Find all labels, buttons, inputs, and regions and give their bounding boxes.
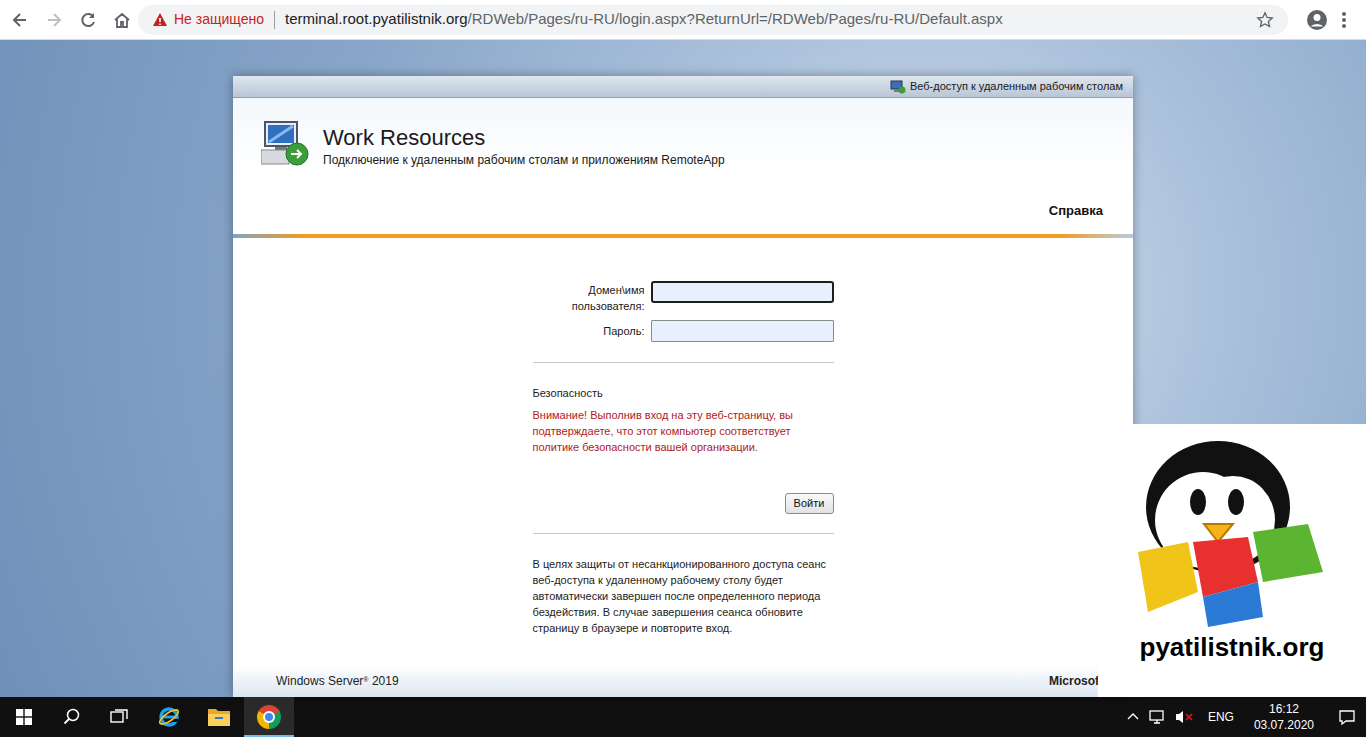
app-icon-holder [257,705,281,729]
app-icon-holder [207,706,231,728]
folder-icon [207,706,231,728]
taskbar: ENG 16:12 03.07.2020 [0,697,1366,737]
language-indicator[interactable]: ENG [1202,708,1240,726]
penguin-logo-icon [1108,432,1338,632]
page-title: Work Resources [323,124,725,152]
internet-explorer-icon [157,705,181,729]
watermark-text: pyatilistnik.org [1140,628,1325,667]
system-tray: ENG 16:12 03.07.2020 [1126,697,1366,737]
url-path: /RDWeb/Pages/ru-RU/login.aspx?ReturnUrl=… [468,8,1003,31]
app-icon-holder [157,705,181,729]
separator [274,11,275,29]
help-link[interactable]: Справка [1049,201,1103,221]
forward-icon[interactable] [44,10,64,30]
remote-desktop-small-icon [890,80,906,94]
password-row: Пароль: [533,320,834,342]
network-icon[interactable] [1148,709,1166,725]
menu-icon[interactable] [1336,10,1352,30]
login-content: Домен\имя пользователя: Пароль: Безопасн… [233,238,1133,665]
task-view-button[interactable] [96,697,144,737]
star-icon[interactable] [1256,11,1274,29]
back-icon[interactable] [10,10,30,30]
chevron-up-icon[interactable] [1126,710,1140,724]
security-label[interactable]: Не защищено [174,9,264,30]
reload-icon[interactable] [78,10,98,30]
notifications-icon[interactable] [1338,708,1356,726]
divider [533,533,834,534]
taskbar-app[interactable] [244,697,294,737]
address-bar[interactable]: Не защищено terminal.root.pyatilistnik.o… [138,5,1288,35]
panel-top-bar: Веб-доступ к удаленным рабочим столам [233,76,1133,98]
username-input[interactable] [651,281,834,303]
security-heading: Безопасность [533,385,834,401]
login-panel: Веб-доступ к удаленным рабочим столам Wo… [233,76,1133,697]
taskbar-app[interactable] [194,697,244,737]
task-view-icon [110,709,130,725]
vendor-name: Microsoft [1049,672,1103,690]
product-text: Windows Server [276,674,363,688]
remote-desktop-icon [261,120,313,168]
product-version: 2019 [372,674,399,688]
username-label: Домен\имя пользователя: [533,281,645,314]
profile-icon[interactable] [1306,9,1328,31]
divider [533,362,834,363]
search-button[interactable] [48,697,96,737]
product-name: Windows Server® 2019 [276,672,399,690]
page-subtitle: Подключение к удаленным рабочим столам и… [323,152,725,168]
password-input[interactable] [651,320,834,342]
home-icon[interactable] [112,10,132,30]
active-indicator [244,735,294,737]
watermark: pyatilistnik.org [1098,424,1366,697]
taskbar-apps [144,697,294,737]
taskbar-app[interactable] [144,697,194,737]
search-icon [63,708,81,726]
security-warning: Внимание! Выполнив вход на эту веб-стран… [533,407,834,455]
windows-logo-icon [16,709,32,725]
username-row: Домен\имя пользователя: [533,281,834,314]
panel-footer: Windows Server® 2019 Microsoft [233,665,1133,697]
password-label: Пароль: [533,323,645,339]
warning-icon [152,12,168,28]
registered-mark: ® [363,676,368,683]
login-button[interactable]: Войти [785,493,834,514]
start-button[interactable] [0,697,48,737]
rd-web-access-link[interactable]: Веб-доступ к удаленным рабочим столам [910,78,1123,95]
clock-date: 03.07.2020 [1254,717,1314,733]
volume-icon[interactable] [1174,709,1194,725]
browser-toolbar: Не защищено terminal.root.pyatilistnik.o… [0,0,1366,40]
page: Веб-доступ к удаленным рабочим столам Wo… [0,40,1366,697]
panel-header: Work Resources Подключение к удаленным р… [233,98,1133,234]
clock[interactable]: 16:12 03.07.2020 [1248,701,1320,733]
chrome-icon [257,705,281,729]
clock-time: 16:12 [1269,701,1299,717]
session-info: В целях защиты от несанкционированного д… [533,556,834,636]
url-host: terminal.root.pyatilistnik.org [285,8,468,31]
login-form: Домен\имя пользователя: Пароль: Безопасн… [533,238,834,636]
